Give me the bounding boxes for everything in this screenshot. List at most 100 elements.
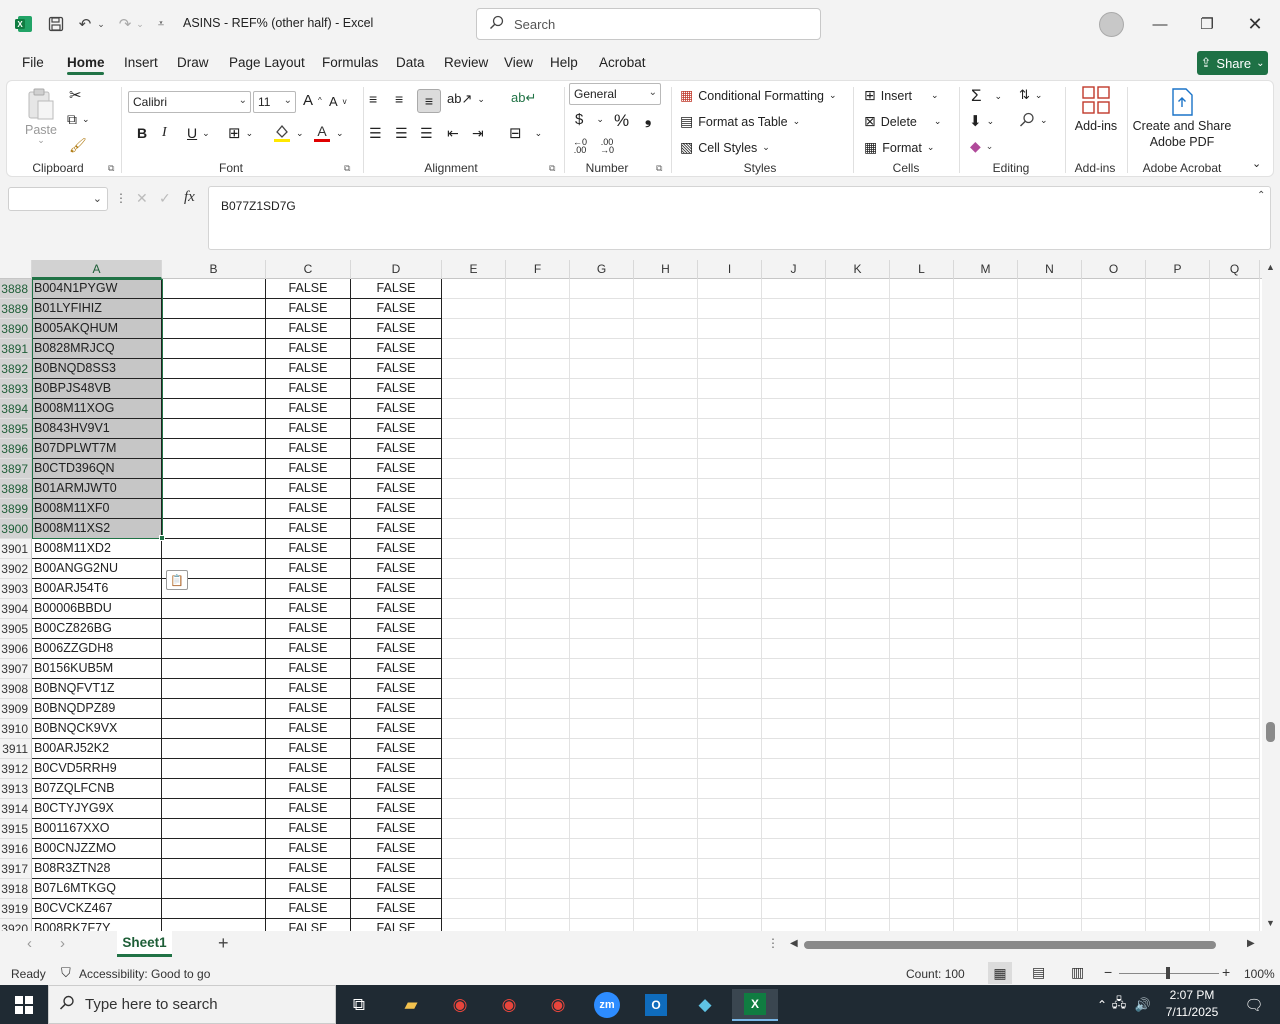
- cell-n[interactable]: [1018, 359, 1082, 379]
- cell-i[interactable]: [698, 839, 762, 859]
- cell-k[interactable]: [826, 479, 890, 499]
- font-color-icon[interactable]: A ⌄: [313, 123, 344, 143]
- cell-m[interactable]: [954, 919, 1018, 931]
- column-header-b[interactable]: B: [162, 260, 266, 279]
- font-launcher-icon[interactable]: ⧉: [344, 163, 350, 174]
- cell-l[interactable]: [890, 519, 954, 539]
- cell-c[interactable]: FALSE: [266, 379, 351, 399]
- cell-e[interactable]: [442, 919, 506, 931]
- cell-f[interactable]: [506, 539, 570, 559]
- cell-m[interactable]: [954, 799, 1018, 819]
- cell-a[interactable]: B00006BBDU: [32, 599, 162, 619]
- cell-m[interactable]: [954, 879, 1018, 899]
- cell-d[interactable]: FALSE: [351, 399, 442, 419]
- cell-g[interactable]: [570, 439, 634, 459]
- cell-q[interactable]: [1210, 759, 1260, 779]
- conditional-formatting-button[interactable]: ▦ Conditional Formatting ⌄: [680, 87, 837, 104]
- cell-d[interactable]: FALSE: [351, 279, 442, 299]
- cell-l[interactable]: [890, 599, 954, 619]
- cell-n[interactable]: [1018, 439, 1082, 459]
- cell-b[interactable]: [162, 359, 266, 379]
- cell-p[interactable]: [1146, 779, 1210, 799]
- format-as-table-button[interactable]: ▤ Format as Table ⌄: [680, 113, 800, 130]
- cell-d[interactable]: FALSE: [351, 619, 442, 639]
- cell-p[interactable]: [1146, 359, 1210, 379]
- cell-i[interactable]: [698, 719, 762, 739]
- cell-o[interactable]: [1082, 319, 1146, 339]
- cell-p[interactable]: [1146, 879, 1210, 899]
- cell-a[interactable]: B00CNJZZMO: [32, 839, 162, 859]
- column-header-c[interactable]: C: [266, 260, 351, 279]
- cell-styles-button[interactable]: ▧ Cell Styles ⌄: [680, 139, 770, 156]
- cell-p[interactable]: [1146, 819, 1210, 839]
- close-icon[interactable]: ✕: [1232, 8, 1278, 40]
- cell-c[interactable]: FALSE: [266, 919, 351, 931]
- orientation-icon[interactable]: ab↗ ⌄: [447, 91, 485, 107]
- cell-a[interactable]: B00CZ826BG: [32, 619, 162, 639]
- cell-g[interactable]: [570, 899, 634, 919]
- percent-style-icon[interactable]: %: [614, 111, 629, 131]
- cell-c[interactable]: FALSE: [266, 479, 351, 499]
- cell-b[interactable]: [162, 819, 266, 839]
- cell-n[interactable]: [1018, 719, 1082, 739]
- cell-o[interactable]: [1082, 879, 1146, 899]
- cell-j[interactable]: [762, 339, 826, 359]
- cell-h[interactable]: [634, 379, 698, 399]
- cell-a[interactable]: B00ARJ54T6: [32, 579, 162, 599]
- cell-f[interactable]: [506, 839, 570, 859]
- cell-b[interactable]: [162, 459, 266, 479]
- cell-f[interactable]: [506, 339, 570, 359]
- cancel-entry-icon[interactable]: ✕: [136, 190, 148, 207]
- cell-n[interactable]: [1018, 899, 1082, 919]
- cell-l[interactable]: [890, 759, 954, 779]
- cell-i[interactable]: [698, 639, 762, 659]
- cell-k[interactable]: [826, 799, 890, 819]
- cell-k[interactable]: [826, 779, 890, 799]
- row-header[interactable]: 3907: [0, 659, 32, 679]
- cell-n[interactable]: [1018, 459, 1082, 479]
- cell-l[interactable]: [890, 479, 954, 499]
- cell-q[interactable]: [1210, 779, 1260, 799]
- cell-m[interactable]: [954, 679, 1018, 699]
- cell-c[interactable]: FALSE: [266, 779, 351, 799]
- cell-f[interactable]: [506, 879, 570, 899]
- cell-h[interactable]: [634, 539, 698, 559]
- row-header[interactable]: 3900: [0, 519, 32, 539]
- more-options-icon[interactable]: ⋮: [767, 936, 779, 950]
- accounting-format-icon[interactable]: $ ⌄: [575, 111, 604, 128]
- cell-e[interactable]: [442, 479, 506, 499]
- cell-l[interactable]: [890, 499, 954, 519]
- cell-e[interactable]: [442, 879, 506, 899]
- cell-o[interactable]: [1082, 579, 1146, 599]
- cell-l[interactable]: [890, 619, 954, 639]
- cell-o[interactable]: [1082, 779, 1146, 799]
- cell-p[interactable]: [1146, 739, 1210, 759]
- cell-a[interactable]: B08R3ZTN28: [32, 859, 162, 879]
- cell-p[interactable]: [1146, 619, 1210, 639]
- sheet-tab-sheet1[interactable]: Sheet1: [117, 931, 172, 957]
- cell-f[interactable]: [506, 799, 570, 819]
- scroll-down-icon[interactable]: ▼: [1266, 918, 1275, 928]
- add-ins-button[interactable]: Add-ins: [1073, 85, 1119, 133]
- row-header[interactable]: 3896: [0, 439, 32, 459]
- cell-l[interactable]: [890, 659, 954, 679]
- cell-p[interactable]: [1146, 679, 1210, 699]
- cell-g[interactable]: [570, 379, 634, 399]
- cell-m[interactable]: [954, 899, 1018, 919]
- cell-b[interactable]: [162, 279, 266, 299]
- cell-i[interactable]: [698, 319, 762, 339]
- cell-a[interactable]: B0BNQFVT1Z: [32, 679, 162, 699]
- cell-n[interactable]: [1018, 419, 1082, 439]
- page-layout-view-icon[interactable]: ▤: [1032, 964, 1045, 981]
- comma-style-icon[interactable]: ❟: [645, 111, 651, 129]
- cell-i[interactable]: [698, 739, 762, 759]
- cell-j[interactable]: [762, 359, 826, 379]
- cell-m[interactable]: [954, 719, 1018, 739]
- cell-i[interactable]: [698, 879, 762, 899]
- cell-f[interactable]: [506, 599, 570, 619]
- cell-o[interactable]: [1082, 759, 1146, 779]
- tab-file[interactable]: File: [22, 55, 44, 70]
- cell-k[interactable]: [826, 679, 890, 699]
- cell-h[interactable]: [634, 819, 698, 839]
- cell-a[interactable]: B0CTYJYG9X: [32, 799, 162, 819]
